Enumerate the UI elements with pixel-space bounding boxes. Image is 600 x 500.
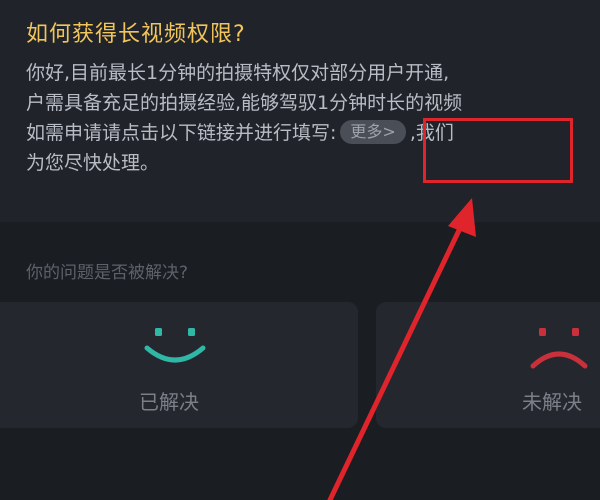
unresolved-label: 未解决 (522, 390, 582, 414)
faq-answer-line-2: 户需具备充足的拍摄经验,能够驾驭1分钟时长的视频 (26, 92, 463, 114)
resolved-button[interactable]: 已解决 (0, 302, 358, 428)
feedback-section: 你的问题是否被解决? 已解决 未解决 (0, 222, 600, 500)
unresolved-button[interactable]: 未解决 (376, 302, 600, 428)
feedback-question: 你的问题是否被解决? (26, 263, 189, 283)
annotation-highlight-box (423, 118, 573, 183)
faq-answer-line-1: 你好,目前最长1分钟的拍摄特权仅对部分用户开通, (26, 62, 450, 84)
faq-card: 如何获得长视频权限? 你好,目前最长1分钟的拍摄特权仅对部分用户开通, 户需具备… (0, 0, 600, 222)
resolved-label: 已解决 (139, 390, 199, 414)
sad-face-icon (530, 328, 588, 369)
smile-face-icon (144, 328, 206, 363)
faq-title: 如何获得长视频权限? (26, 22, 246, 47)
faq-answer-line-3-start: 如需申请请点击以下链接并进行填写: (26, 122, 337, 144)
more-link-button[interactable]: 更多> (340, 120, 406, 144)
